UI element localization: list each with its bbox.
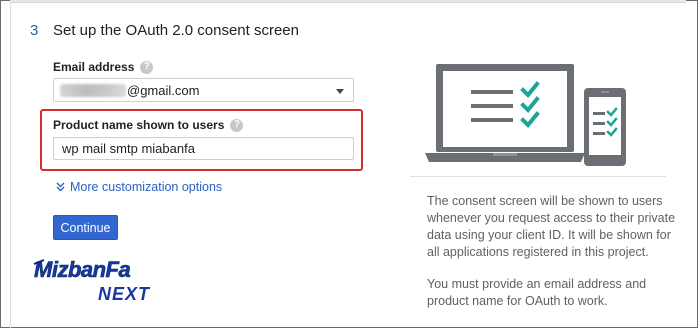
consent-screen-illustration	[425, 64, 626, 166]
email-label-row: Email address ?	[53, 60, 154, 74]
more-customization-label: More customization options	[70, 180, 223, 194]
top-strip	[10, 0, 686, 3]
laptop-screen	[443, 71, 567, 147]
product-label-row: Product name shown to users ?	[53, 118, 244, 132]
redacted-email-prefix	[60, 84, 126, 97]
dropdown-caret-icon	[336, 89, 344, 94]
email-select[interactable]: @gmail.com	[53, 78, 354, 102]
continue-button[interactable]: Continue	[53, 215, 118, 240]
logo-text-secondary: NEXT	[98, 284, 151, 304]
requirement-note: You must provide an email address and pr…	[427, 277, 647, 308]
help-icon[interactable]: ?	[140, 60, 154, 74]
step-title: Set up the OAuth 2.0 consent screen	[53, 22, 299, 39]
phone-screen	[589, 97, 621, 155]
step-number: 3	[30, 22, 39, 39]
mizbanfa-logo: MizbanFa NEXT	[33, 257, 151, 304]
more-customization-link[interactable]: More customization options	[56, 180, 222, 194]
help-icon[interactable]: ?	[230, 118, 244, 132]
left-divider	[10, 3, 11, 328]
consent-description: The consent screen will be shown to user…	[427, 194, 676, 259]
double-chevron-down-icon	[56, 182, 65, 192]
product-name-label: Product name shown to users	[53, 118, 225, 132]
logo-text-primary: MizbanFa	[34, 257, 130, 282]
email-label: Email address	[53, 60, 135, 74]
right-divider	[410, 176, 666, 177]
email-value: @gmail.com	[127, 83, 200, 98]
product-name-input[interactable]	[53, 137, 354, 160]
